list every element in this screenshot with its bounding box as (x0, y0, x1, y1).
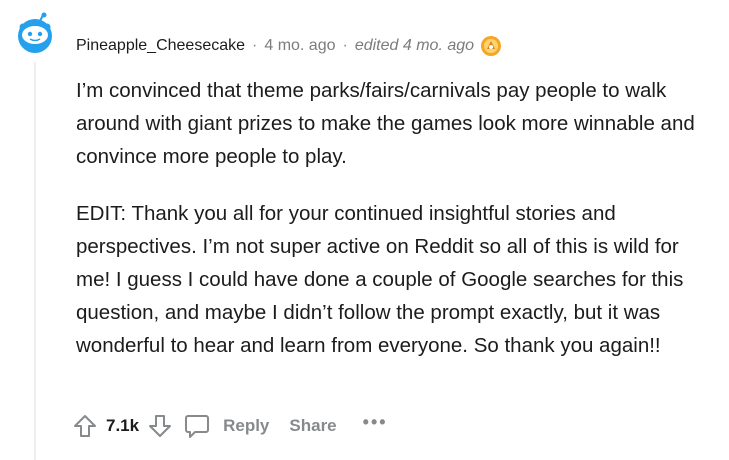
separator-dot: · (342, 37, 348, 54)
comment-body: I’m convinced that theme parks/fairs/car… (76, 74, 716, 362)
reply-label: Reply (223, 416, 270, 435)
username-link[interactable]: Pineapple_Cheesecake (76, 37, 245, 55)
timestamp-link[interactable]: 4 mo. ago (264, 37, 335, 55)
award-icon[interactable] (480, 35, 502, 57)
more-options-button[interactable]: ••• (363, 412, 388, 433)
upvote-icon (74, 415, 96, 437)
thread-line[interactable] (34, 62, 36, 460)
downvote-button[interactable] (147, 413, 173, 439)
comment: Pineapple_Cheesecake · 4 mo. ago · edite… (0, 0, 729, 460)
share-button[interactable]: Share (289, 416, 336, 436)
reply-button[interactable]: Reply (183, 412, 269, 440)
vote-score: 7.1k (106, 416, 140, 435)
comment-paragraph: EDIT: Thank you all for your continued i… (76, 202, 684, 357)
comment-paragraph: I’m convinced that theme parks/fairs/car… (76, 79, 695, 168)
comment-header: Pineapple_Cheesecake · 4 mo. ago · edite… (76, 34, 502, 58)
reddit-snoo-avatar-icon (18, 12, 52, 53)
comment-actions: 7.1k Reply Share ••• (72, 408, 388, 444)
edited-label: edited 4 mo. ago (354, 37, 475, 54)
downvote-icon (149, 415, 172, 437)
separator-dot: · (252, 37, 258, 54)
upvote-button[interactable] (72, 413, 98, 439)
comment-icon (185, 415, 210, 438)
avatar[interactable] (14, 12, 56, 54)
